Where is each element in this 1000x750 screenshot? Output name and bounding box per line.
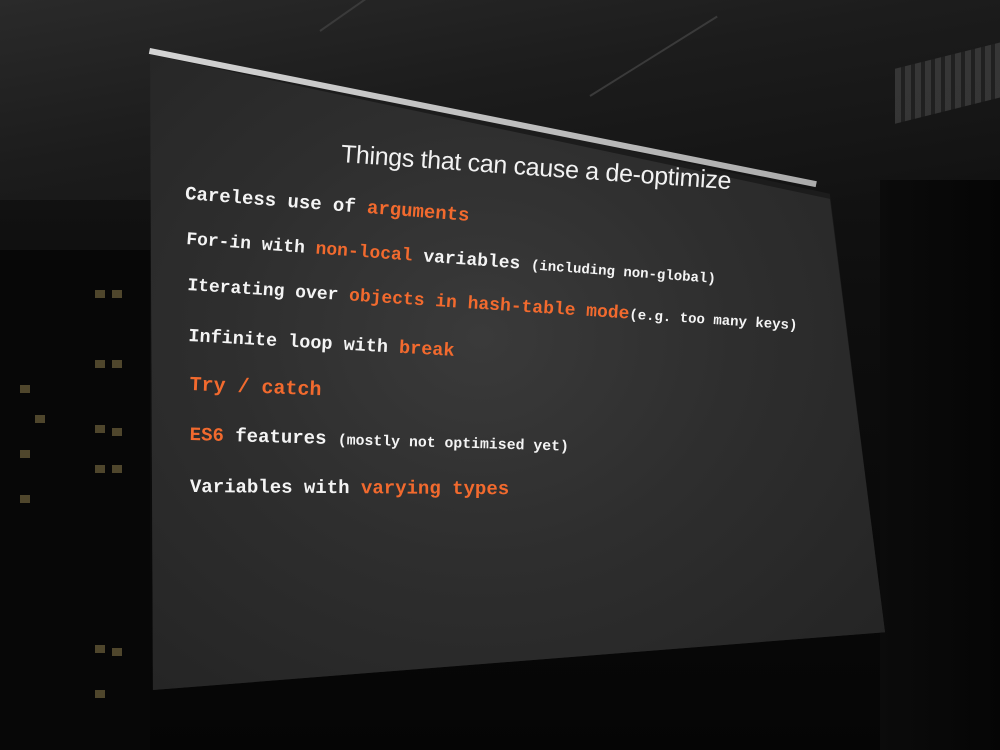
line-text: Careless use of [184, 183, 368, 219]
line-highlight: non-local [314, 239, 414, 267]
slide-line-1: Careless use of arguments [184, 183, 470, 227]
line-highlight: varying types [360, 477, 510, 501]
line-highlight: arguments [366, 196, 471, 227]
slide-line-4: Infinite loop with break [188, 326, 455, 362]
line-text: Infinite loop with [187, 326, 400, 359]
line-text: For-in with [185, 230, 317, 260]
line-text: Iterating over [186, 276, 350, 307]
photo-scene: Things that can cause a de-optimize Care… [0, 0, 1000, 750]
line-text: variables [411, 246, 532, 276]
line-highlight: break [398, 337, 456, 362]
line-text: Variables with [189, 476, 362, 500]
line-note: (mostly not optimised yet) [337, 433, 570, 456]
line-highlight: objects in hash-table mode [348, 286, 630, 325]
slide-line-6: ES6 features (mostly not optimised yet) [189, 424, 569, 457]
line-note: (e.g. too many keys) [628, 307, 798, 335]
slide-content: Things that can cause a de-optimize Care… [0, 0, 1000, 750]
slide-line-5: Try / catch [189, 374, 322, 402]
line-highlight: ES6 [189, 424, 225, 447]
line-text: features [223, 424, 339, 451]
line-note: (including non-global) [530, 258, 717, 288]
slide-line-7: Variables with varying types [190, 476, 509, 500]
line-highlight: Try / catch [189, 374, 322, 403]
slide-title: Things that can cause a de-optimize [340, 140, 733, 196]
